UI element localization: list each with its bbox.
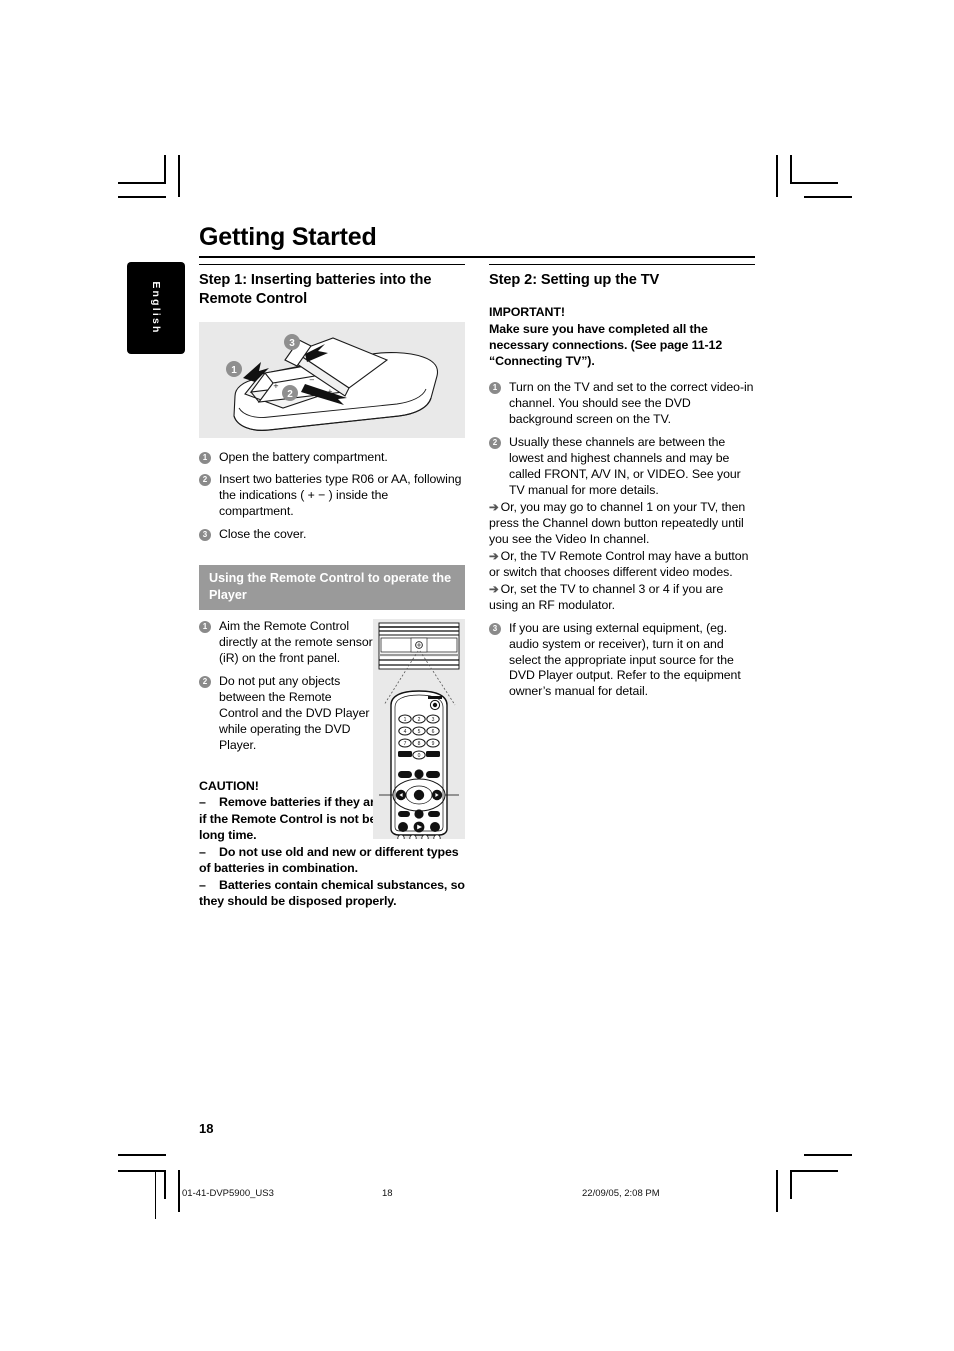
language-tab-english: English <box>127 262 185 354</box>
tv-setup-steps-list: 1 Turn on the TV and set to the correct … <box>489 380 755 701</box>
list-item: 2 Usually these channels are between the… <box>489 435 755 614</box>
remote-step-bullet-2: 2 <box>199 675 211 688</box>
crop-mark-top-right-corner-v <box>790 155 792 184</box>
page-number: 18 <box>199 1121 214 1136</box>
page-title: Getting Started <box>199 223 377 251</box>
section-banner-using-remote: Using the Remote Control to operate the … <box>199 565 465 610</box>
remote-usage-text: 1 Aim the Remote Control directly at the… <box>199 619 374 754</box>
list-item: 1 Aim the Remote Control directly at the… <box>199 619 374 667</box>
crop-mark-bottom-left-horizontal <box>118 1170 166 1172</box>
tv-step-note-text: Or, you may go to channel 1 on your TV, … <box>489 499 746 546</box>
footer-file-name: 01-41-DVP5900_US3 <box>182 1188 274 1199</box>
caution-item-text: Do not use old and new or different type… <box>199 844 459 876</box>
arrow-right-icon: ➔ <box>489 550 499 563</box>
arrow-right-icon: ➔ <box>489 501 499 514</box>
crop-mark-bottom-left-bar <box>178 1170 180 1212</box>
svg-text:1: 1 <box>231 365 237 376</box>
left-column: Step 1: Inserting batteries into the Rem… <box>199 264 465 910</box>
svg-text:6: 6 <box>432 729 435 735</box>
remote-step-text: Aim the Remote Control directly at the r… <box>219 618 373 665</box>
remote-battery-compartment-illustration: + − − + 1 2 3 <box>199 321 465 438</box>
step1-heading: Step 1: Inserting batteries into the Rem… <box>199 272 432 308</box>
svg-text:2: 2 <box>418 717 421 723</box>
svg-text:9: 9 <box>432 741 435 747</box>
tv-step-note-text: Or, set the TV to channel 3 or 4 if you … <box>489 581 724 612</box>
tv-step-text: Usually these channels are between the l… <box>509 434 741 497</box>
tv-step-note-text: Or, the TV Remote Control may have a but… <box>489 548 749 579</box>
step2-heading: Step 2: Setting up the TV <box>489 272 660 288</box>
step-text: Close the cover. <box>219 527 307 542</box>
crop-mark-top-left-outer <box>118 196 166 198</box>
tv-step-note: ➔ Or, the TV Remote Control may have a bu… <box>489 549 755 581</box>
step-text: Insert two batteries type R06 or AA, fol… <box>219 472 462 519</box>
tv-step-text: If you are using external equipment, (eg… <box>509 620 741 699</box>
language-tab-label: English <box>150 281 162 335</box>
tv-step-note: ➔ Or, you may go to channel 1 on your TV,… <box>489 500 755 548</box>
crop-mark-bottom-left-outer <box>118 1154 166 1156</box>
tv-step-bullet-2: 2 <box>489 436 501 449</box>
caution-item-text: Batteries contain chemical substances, s… <box>199 877 465 909</box>
crop-mark-top-left-vertical <box>164 155 166 184</box>
list-item: 1 Open the battery compartment. <box>199 450 465 466</box>
remote-steps-list: 1 Aim the Remote Control directly at the… <box>199 619 374 754</box>
list-item: 1 Turn on the TV and set to the correct … <box>489 380 755 428</box>
svg-text:3: 3 <box>289 338 295 349</box>
right-column: Step 2: Setting up the TV IMPORTANT! Mak… <box>489 264 755 707</box>
title-divider <box>199 256 755 258</box>
remote-step-bullet-1: 1 <box>199 620 211 633</box>
footer-rule <box>155 1171 156 1219</box>
svg-text:7: 7 <box>404 741 407 747</box>
caution-item: – Batteries contain chemical substances, … <box>199 877 465 910</box>
crop-mark-top-right-horizontal <box>790 182 838 184</box>
tv-step-note: ➔ Or, set the TV to channel 3 or 4 if you… <box>489 582 755 614</box>
svg-text:8: 8 <box>418 741 421 747</box>
svg-text:4: 4 <box>404 729 407 735</box>
svg-text:0: 0 <box>418 753 421 759</box>
tv-step-text: Turn on the TV and set to the correct vi… <box>509 379 754 426</box>
step-text: Open the battery compartment. <box>219 449 388 464</box>
tv-step-bullet-1: 1 <box>489 381 501 394</box>
important-title: IMPORTANT! <box>489 305 565 320</box>
svg-text:5: 5 <box>418 729 421 735</box>
tv-step-bullet-3: 3 <box>489 622 501 635</box>
battery-steps-list: 1 Open the battery compartment. 2 Insert… <box>199 450 465 544</box>
svg-text:−: − <box>309 376 315 384</box>
dash-glyph: – <box>199 877 206 892</box>
dash-glyph: – <box>199 844 206 859</box>
step1-rule <box>199 264 465 265</box>
remote-step-text: Do not put any objects between the Remot… <box>219 673 370 752</box>
crop-mark-bottom-left-vertical <box>164 1170 166 1199</box>
crop-mark-top-right-vertical <box>776 155 778 197</box>
arrow-right-icon: ➔ <box>489 583 499 596</box>
svg-text:3: 3 <box>432 717 435 723</box>
list-item: 3 If you are using external equipment, (… <box>489 621 755 701</box>
crop-mark-bottom-right-corner-v <box>790 1170 792 1199</box>
step-bullet-3: 3 <box>199 529 211 542</box>
crop-mark-bottom-right-horizontal <box>790 1170 838 1172</box>
list-item: 2 Insert two batteries type R06 or AA, f… <box>199 472 465 520</box>
crop-mark-bottom-right-outer <box>804 1154 852 1156</box>
crop-mark-bottom-right-vertical <box>776 1170 778 1212</box>
svg-text:2: 2 <box>287 389 293 400</box>
footer-timestamp: 22/09/05, 2:08 PM <box>582 1188 660 1199</box>
caution-item: – Do not use old and new or different typ… <box>199 844 465 877</box>
list-item: 2 Do not put any objects between the Rem… <box>199 674 374 754</box>
remote-aiming-at-ir-sensor-illustration: 1 2 3 4 5 6 7 8 9 0 <box>373 618 465 839</box>
important-body: Make sure you have completed all the nec… <box>489 321 723 369</box>
dash-glyph: – <box>199 795 206 810</box>
list-item: 3 Close the cover. <box>199 527 465 543</box>
crop-mark-top-left-bar <box>178 155 180 197</box>
footer-page-number: 18 <box>382 1188 393 1199</box>
step-bullet-1: 1 <box>199 451 211 464</box>
step2-rule <box>489 264 755 265</box>
svg-text:1: 1 <box>404 717 407 723</box>
remote-usage-section: 1 Aim the Remote Control directly at the… <box>199 618 465 839</box>
svg-text:+: + <box>273 382 279 390</box>
crop-mark-top-right-outer <box>804 196 852 198</box>
step-bullet-2: 2 <box>199 474 211 487</box>
important-block: IMPORTANT! Make sure you have completed … <box>489 304 755 370</box>
crop-mark-top-left-horizontal <box>118 182 166 184</box>
